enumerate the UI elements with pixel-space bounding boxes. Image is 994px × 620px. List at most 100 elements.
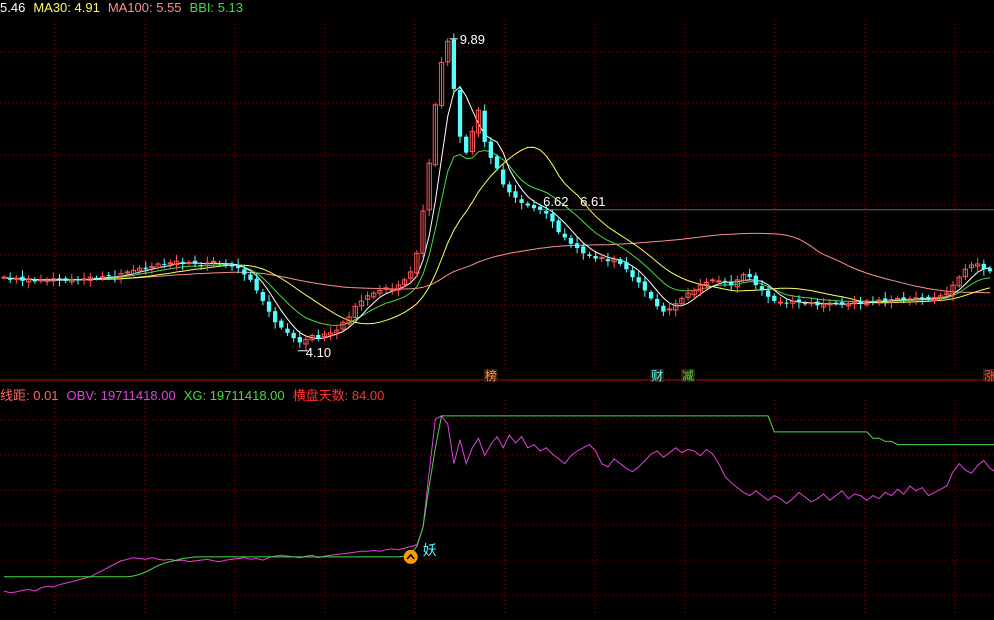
candle-body-down <box>482 110 487 142</box>
event-tags: 榜财减涨 <box>483 368 994 383</box>
main-legend-item: 5.46 <box>0 0 26 15</box>
candle-body-down <box>94 277 99 279</box>
candle-body-down <box>525 203 530 206</box>
candle-body-down <box>464 136 469 153</box>
candle-body-down <box>661 305 666 312</box>
candle-body-down <box>550 213 555 222</box>
signal-label: 妖 <box>423 543 437 559</box>
candle-body-down <box>920 297 925 299</box>
candle-body-down <box>839 302 845 305</box>
candle-body-down <box>753 275 758 286</box>
sub-legend-item: 横盘天数: 84.00 <box>292 388 385 403</box>
candle-body-down <box>901 297 906 300</box>
candle-body-down <box>254 278 259 291</box>
main-legend-item: BBI: 5.13 <box>189 0 244 15</box>
candle-body-down <box>729 281 734 286</box>
candle-body-up <box>716 280 722 283</box>
candle-body-down <box>556 220 561 233</box>
candle-body-down <box>488 141 493 158</box>
price-annotations: 9.89 4.10 6.62 6.61 <box>297 32 994 360</box>
candle-body-down <box>981 263 986 270</box>
candle-body-up <box>38 279 44 282</box>
candle-body-down <box>581 246 586 254</box>
candle-body-down <box>112 276 118 278</box>
candle-body-down <box>494 156 500 169</box>
candle-body-down <box>316 335 321 339</box>
mid-price-label: 6.61 <box>580 194 605 209</box>
candle-body-up <box>389 288 395 291</box>
high-price-label: 9.89 <box>460 32 485 47</box>
event-tag: 财 <box>651 369 663 383</box>
candle-body-down <box>544 210 549 214</box>
candle-body-down <box>870 301 876 303</box>
main-legend-item: MA100: 5.55 <box>107 0 182 15</box>
event-tag: 涨 <box>984 368 994 383</box>
candle-body-down <box>291 332 296 339</box>
candle-body-down <box>32 279 37 282</box>
candle-body-down <box>451 39 457 89</box>
candle-body-down <box>242 269 247 275</box>
candle-body-down <box>642 281 648 291</box>
candle-body-down <box>507 184 512 193</box>
candle-body-down <box>223 264 229 266</box>
candle-body-down <box>199 265 204 266</box>
candle-body-down <box>236 265 241 269</box>
signal-circle-icon <box>403 549 418 564</box>
candle-body-down <box>858 301 863 304</box>
candle-body-down <box>513 191 518 198</box>
candle-body-down <box>624 262 629 270</box>
candle-body-down <box>655 298 660 307</box>
sub-legend: 线距: 0.01 OBV: 19711418.00 XG: 19711418.00 横… <box>0 385 392 403</box>
candle-body-down <box>802 303 808 305</box>
main-legend: 5.46 MA30: 4.91 MA100: 5.55 BBI: 5.13 <box>0 0 251 18</box>
candle-body-down <box>587 254 592 256</box>
mid-price-label: 6.62 <box>543 194 568 209</box>
candle-body-down <box>562 233 567 238</box>
chart-grid <box>0 20 994 615</box>
candle-body-down <box>57 278 62 280</box>
candle-body-down <box>568 237 574 244</box>
candle-body-down <box>8 277 13 280</box>
candle-body-down <box>630 270 635 278</box>
candle-body-down <box>722 280 728 283</box>
candle-body-down <box>605 259 611 262</box>
candle-body-down <box>285 328 290 333</box>
candle-body-up <box>81 278 87 281</box>
candle-body-down <box>784 302 789 304</box>
candle-body-down <box>519 199 524 203</box>
main-legend-item: MA30: 4.91 <box>33 0 100 15</box>
candle-body-down <box>501 169 506 185</box>
candle-body-down <box>648 292 654 299</box>
sub-legend-item: OBV: 19711418.00 <box>66 388 176 403</box>
candle-body-down <box>75 279 81 281</box>
candle-body-down <box>63 278 68 281</box>
candle-body-down <box>143 267 148 270</box>
candle-body-down <box>457 90 463 137</box>
candle-body-down <box>106 275 111 277</box>
sub-legend-item: XG: 19711418.00 <box>183 388 285 403</box>
indicator-panel: 妖 <box>3 415 994 594</box>
candle-body-up <box>1 276 7 279</box>
event-tag: 榜 <box>485 368 497 383</box>
kline-chart: 妖 9.89 4.10 6.62 6.61 榜 财 减 涨 <box>0 20 994 615</box>
candle-body-down <box>180 261 185 264</box>
candlestick-series <box>1 33 993 351</box>
candle-body-down <box>20 276 25 281</box>
candle-body-down <box>574 243 580 249</box>
candle-body-down <box>248 274 253 280</box>
candle-body-down <box>260 292 265 302</box>
candle-body-up <box>124 271 130 274</box>
candle-body-down <box>833 302 839 304</box>
candle-body-down <box>531 205 537 209</box>
low-price-label: 4.10 <box>306 345 331 360</box>
candle-body-down <box>279 320 284 328</box>
candle-body-down <box>772 295 777 302</box>
candle-body-down <box>765 290 771 297</box>
candle-body-down <box>987 268 993 272</box>
candle-body-down <box>759 286 765 291</box>
candle-body-down <box>883 298 888 302</box>
candle-body-down <box>747 274 752 278</box>
candle-body-down <box>162 263 167 265</box>
candle-body-down <box>266 301 272 312</box>
candle-body-down <box>537 206 543 210</box>
